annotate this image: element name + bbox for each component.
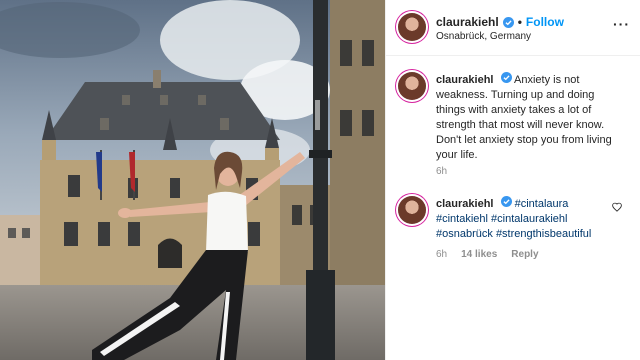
like-heart-icon[interactable] bbox=[612, 202, 622, 212]
hashtag-link[interactable]: #osnabrück bbox=[436, 228, 493, 240]
username-link[interactable]: claurakiehl bbox=[436, 198, 493, 210]
verified-badge-icon bbox=[502, 16, 514, 28]
username-link[interactable]: claurakiehl bbox=[436, 15, 499, 29]
header-user-line: claurakiehl • Follow bbox=[436, 15, 564, 29]
instagram-post: claurakiehl • Follow Osnabrück, Germany … bbox=[0, 0, 640, 360]
caption-meta: 6h bbox=[436, 166, 447, 177]
timestamp[interactable]: 6h bbox=[436, 249, 447, 260]
hashtag-link[interactable]: #cintalaurakiehl bbox=[491, 213, 567, 225]
photo-illustration bbox=[0, 0, 385, 360]
avatar[interactable] bbox=[398, 13, 426, 41]
caption-text: Anxiety is not weakness. Turning up and … bbox=[436, 74, 612, 161]
verified-badge-icon bbox=[500, 196, 512, 207]
verified-badge-icon bbox=[500, 72, 512, 83]
more-options-icon[interactable]: ··· bbox=[613, 16, 630, 32]
comment-body: claurakiehl #cintalaura #cintakiehl #cin… bbox=[436, 196, 622, 242]
avatar[interactable] bbox=[398, 72, 426, 100]
post-photo[interactable] bbox=[0, 0, 385, 360]
location-link[interactable]: Osnabrück, Germany bbox=[436, 31, 531, 42]
timestamp[interactable]: 6h bbox=[436, 166, 447, 177]
username-link[interactable]: claurakiehl bbox=[436, 74, 493, 86]
hashtag-link[interactable]: #cintakiehl bbox=[436, 213, 488, 225]
post-side-panel: claurakiehl • Follow Osnabrück, Germany … bbox=[385, 0, 640, 360]
hashtag-link[interactable]: #strengthisbeautiful bbox=[496, 228, 591, 240]
caption-body: claurakiehl Anxiety is not weakness. Tur… bbox=[436, 72, 622, 163]
hashtag-link[interactable]: #cintalaura bbox=[515, 198, 569, 210]
follow-button[interactable]: Follow bbox=[526, 15, 564, 29]
comment-meta: 6h 14 likes Reply bbox=[436, 249, 539, 260]
post-header: claurakiehl • Follow Osnabrück, Germany … bbox=[386, 0, 640, 56]
likes-count[interactable]: 14 likes bbox=[461, 249, 497, 260]
avatar[interactable] bbox=[398, 196, 426, 224]
separator-dot: • bbox=[517, 15, 522, 29]
reply-button[interactable]: Reply bbox=[511, 249, 538, 260]
